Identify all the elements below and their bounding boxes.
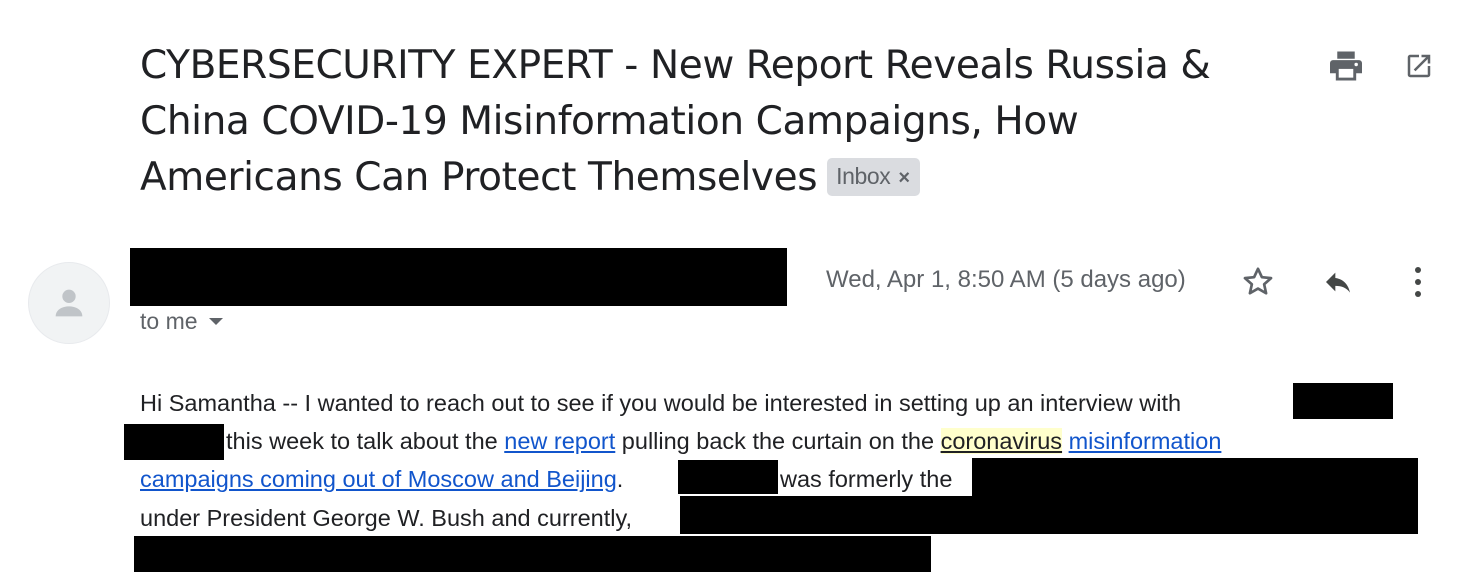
- person-icon: [55, 289, 83, 317]
- chevron-down-icon: [208, 317, 223, 325]
- redacted-name-3: [678, 460, 778, 494]
- redacted-title-1: [972, 458, 1418, 498]
- body-text-2a: this week to talk about the: [226, 428, 505, 454]
- subject-line-1: CYBERSECURITY EXPERT - New Report Reveal…: [140, 43, 1211, 88]
- more-options-button[interactable]: [1400, 262, 1436, 302]
- star-icon: [1243, 267, 1273, 295]
- reply-icon: [1326, 272, 1350, 293]
- coronavirus-link[interactable]: coronavirus: [940, 428, 1063, 454]
- body-line-4: under President George W. Bush and curre…: [140, 505, 632, 532]
- body-text-3b: was formerly the: [780, 466, 953, 492]
- print-button[interactable]: [1326, 48, 1366, 84]
- remove-label-icon[interactable]: ×: [898, 167, 910, 189]
- redacted-name-1: [1293, 383, 1393, 419]
- email-subject: CYBERSECURITY EXPERT - New Report Reveal…: [140, 38, 1260, 206]
- subject-line-3-text: Americans Can Protect Themselves: [140, 155, 818, 200]
- reply-button[interactable]: [1316, 262, 1360, 302]
- redacted-name-2: [124, 424, 224, 460]
- new-report-link[interactable]: new report: [504, 428, 615, 454]
- subject-line-3: Americans Can Protect Themselves Inbox ×: [140, 150, 1260, 206]
- star-button[interactable]: [1236, 262, 1280, 302]
- print-icon: [1330, 51, 1362, 81]
- sender-avatar[interactable]: [28, 262, 110, 344]
- body-line-2: this week to talk about the new report p…: [226, 428, 1221, 455]
- recipient-label: to me: [140, 308, 198, 334]
- open-in-new-window-button[interactable]: [1400, 48, 1438, 84]
- body-line-3: campaigns coming out of Moscow and Beiji…: [140, 466, 623, 493]
- redacted-line-5: [134, 536, 931, 572]
- more-vert-icon: [1415, 267, 1421, 297]
- body-text-3a: .: [616, 466, 624, 492]
- body-text-4: under President George W. Bush and curre…: [140, 505, 633, 531]
- inbox-label-chip[interactable]: Inbox ×: [827, 157, 920, 196]
- recipient-details-toggle[interactable]: to me: [140, 308, 224, 335]
- body-text-2b: pulling back the curtain on the: [615, 428, 941, 454]
- inbox-label-text: Inbox: [836, 162, 891, 189]
- body-line-3b: was formerly the: [780, 466, 952, 493]
- redacted-sender-name: [130, 248, 787, 306]
- redacted-title-2: [680, 496, 1418, 534]
- open-in-new-window-icon: [1407, 54, 1431, 78]
- message-date: Wed, Apr 1, 8:50 AM (5 days ago): [826, 266, 1186, 293]
- campaigns-link[interactable]: campaigns coming out of Moscow and Beiji…: [140, 466, 617, 492]
- body-line-1: Hi Samantha -- I wanted to reach out to …: [140, 390, 1181, 417]
- subject-line-2: China COVID-19 Misinformation Campaigns,…: [140, 99, 1079, 144]
- misinformation-link[interactable]: misinformation: [1069, 428, 1222, 454]
- body-text-1: Hi Samantha -- I wanted to reach out to …: [140, 390, 1182, 416]
